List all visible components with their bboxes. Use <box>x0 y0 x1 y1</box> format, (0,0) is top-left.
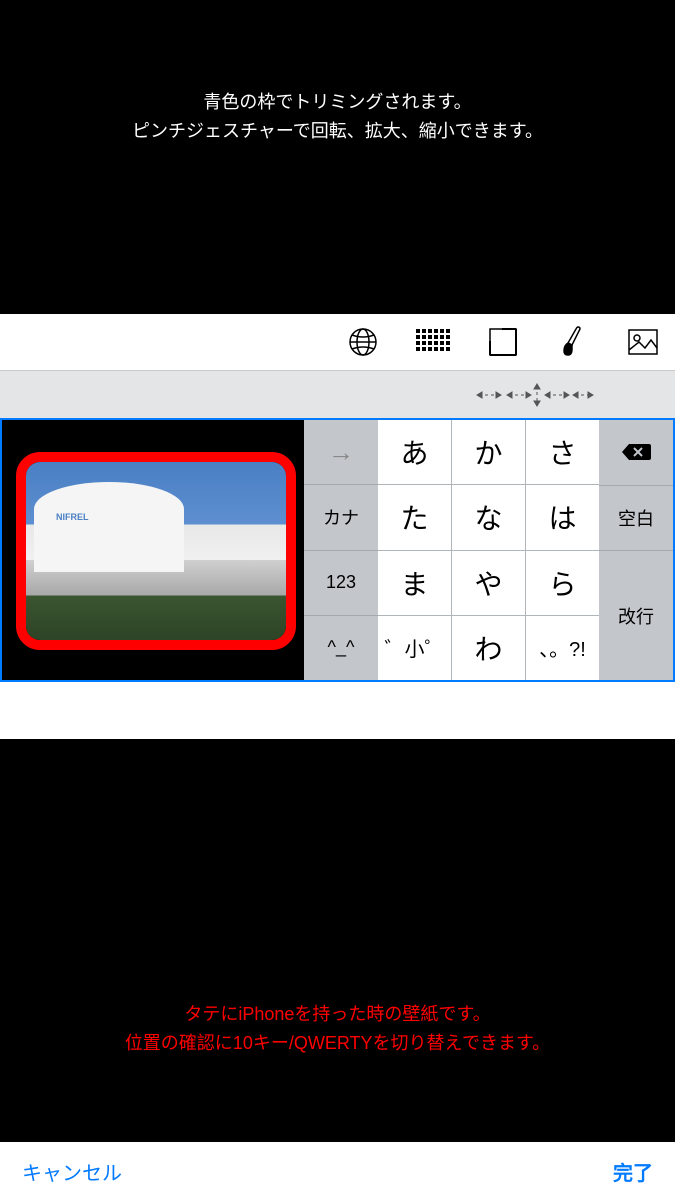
crop-frame[interactable]: NIFREL <box>16 452 296 650</box>
key-punct[interactable]: 、。?! <box>526 616 599 680</box>
building-shape <box>34 482 184 572</box>
emoji-key[interactable]: ^_^ <box>304 616 378 680</box>
key-ta[interactable]: た <box>378 485 451 549</box>
grid-icon[interactable] <box>415 324 451 360</box>
arrow-key[interactable]: → <box>304 420 378 485</box>
keyboard: → カナ 123 ^_^ あ か さ た な は ま や ら ゛小゜ わ 、。?… <box>304 420 673 680</box>
numbers-key[interactable]: 123 <box>304 551 378 616</box>
instruction-line-2: ピンチジェスチャーで回転、拡大、縮小できます。 <box>0 117 675 146</box>
delete-key[interactable] <box>599 420 673 486</box>
key-ya[interactable]: や <box>452 551 525 615</box>
key-dakuten[interactable]: ゛小゜ <box>378 616 451 680</box>
keyboard-left-column: → カナ 123 ^_^ <box>304 420 378 680</box>
key-ha[interactable]: は <box>526 485 599 549</box>
top-instructions: 青色の枠でトリミングされます。 ピンチジェスチャーで回転、拡大、縮小できます。 <box>0 88 675 146</box>
globe-icon[interactable] <box>345 324 381 360</box>
image-icon[interactable] <box>625 324 661 360</box>
settings-bar <box>0 370 675 418</box>
key-ka[interactable]: か <box>452 420 525 484</box>
bottom-instruction-line-2: 位置の確認に10キー/QWERTYを切り替えできます。 <box>0 1029 675 1058</box>
key-na[interactable]: な <box>452 485 525 549</box>
key-ma[interactable]: ま <box>378 551 451 615</box>
cancel-button[interactable]: キャンセル <box>22 1157 122 1186</box>
spacing-indicator[interactable] <box>475 383 595 407</box>
keyboard-right-column: 空白 改行 <box>599 420 673 680</box>
key-a[interactable]: あ <box>378 420 451 484</box>
key-wa[interactable]: わ <box>452 616 525 680</box>
bottom-instructions: タテにiPhoneを持った時の壁紙です。 位置の確認に10キー/QWERTYを切… <box>0 1000 675 1058</box>
keyboard-center-grid: あ か さ た な は ま や ら ゛小゜ わ 、。?! <box>378 420 599 680</box>
editor-panel: NIFREL → カナ 123 ^_^ あ か さ た な は ま や ら ゛小 <box>0 314 675 739</box>
bottom-bar: キャンセル 完了 <box>0 1142 675 1200</box>
photo-content: NIFREL <box>26 462 286 640</box>
image-preview[interactable]: NIFREL <box>2 420 304 680</box>
instruction-line-1: 青色の枠でトリミングされます。 <box>0 88 675 117</box>
kana-key[interactable]: カナ <box>304 485 378 550</box>
bottom-instruction-line-1: タテにiPhoneを持った時の壁紙です。 <box>0 1000 675 1029</box>
crop-icon[interactable] <box>485 324 521 360</box>
toolbar <box>0 314 675 370</box>
building-sign: NIFREL <box>56 512 89 522</box>
space-key[interactable]: 空白 <box>599 486 673 552</box>
return-key[interactable]: 改行 <box>599 551 673 680</box>
key-sa[interactable]: さ <box>526 420 599 484</box>
brush-icon[interactable] <box>555 324 591 360</box>
done-button[interactable]: 完了 <box>613 1157 653 1186</box>
key-ra[interactable]: ら <box>526 551 599 615</box>
preview-area: NIFREL → カナ 123 ^_^ あ か さ た な は ま や ら ゛小 <box>0 418 675 682</box>
